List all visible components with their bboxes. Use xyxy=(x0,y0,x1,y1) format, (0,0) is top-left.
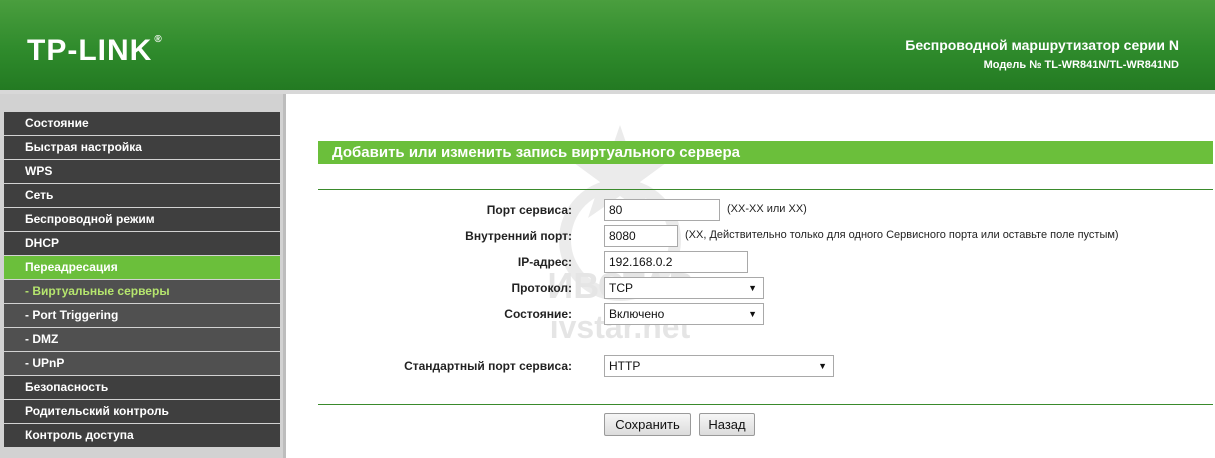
header-banner: TP-LINK ® Беспроводной маршрутизатор сери… xyxy=(0,0,1215,94)
sidebar-item-wps[interactable]: WPS xyxy=(4,160,280,183)
ip-address-input[interactable]: 192.168.0.2 xyxy=(604,251,748,273)
status-select[interactable]: Включено ▼ xyxy=(604,303,764,325)
sidebar-item-dmz[interactable]: - DMZ xyxy=(4,328,280,351)
back-button[interactable]: Назад xyxy=(699,413,755,436)
standard-port-selected-value: HTTP xyxy=(609,359,641,373)
sidebar-item-wireless[interactable]: Беспроводной режим xyxy=(4,208,280,231)
chevron-down-icon: ▼ xyxy=(818,361,827,371)
product-title: Беспроводной маршрутизатор серии N xyxy=(905,37,1179,53)
status-selected-value: Включено xyxy=(609,307,665,321)
protocol-selected-value: TCP xyxy=(609,281,633,295)
service-port-hint: (XX-XX или XX) xyxy=(727,203,807,215)
standard-port-label: Стандартный порт сервиса: xyxy=(404,359,572,373)
registered-mark: ® xyxy=(154,34,163,45)
model-number: Модель № TL-WR841N/TL-WR841ND xyxy=(983,59,1179,71)
internal-port-input[interactable]: 8080 xyxy=(604,225,678,247)
chevron-down-icon: ▼ xyxy=(748,309,757,319)
sidebar-item-virtual-servers[interactable]: - Виртуальные серверы xyxy=(4,280,280,303)
sidebar-item-port-triggering[interactable]: - Port Triggering xyxy=(4,304,280,327)
logo-text: TP-LINK xyxy=(27,34,153,67)
sidebar-menu: Состояние Быстрая настройка WPS Сеть Бес… xyxy=(0,94,283,458)
sidebar-item-access-control[interactable]: Контроль доступа xyxy=(4,424,280,447)
save-button[interactable]: Сохранить xyxy=(604,413,691,436)
protocol-label: Протокол: xyxy=(511,281,572,295)
internal-port-label: Внутренний порт: xyxy=(465,229,572,243)
sidebar-item-quick-setup[interactable]: Быстрая настройка xyxy=(4,136,280,159)
sidebar-item-status[interactable]: Состояние xyxy=(4,112,280,135)
service-port-input[interactable]: 80 xyxy=(604,199,720,221)
top-divider xyxy=(318,189,1213,190)
sidebar-item-parental-control[interactable]: Родительский контроль xyxy=(4,400,280,423)
internal-port-hint: (XX, Действительно только для одного Сер… xyxy=(685,229,1119,241)
status-label: Состояние: xyxy=(504,307,572,321)
sidebar-divider xyxy=(283,94,286,458)
sidebar-item-forwarding[interactable]: Переадресация xyxy=(4,256,280,279)
standard-port-select[interactable]: HTTP ▼ xyxy=(604,355,834,377)
chevron-down-icon: ▼ xyxy=(748,283,757,293)
sidebar-item-upnp[interactable]: - UPnP xyxy=(4,352,280,375)
sidebar-item-security[interactable]: Безопасность xyxy=(4,376,280,399)
ip-address-label: IP-адрес: xyxy=(517,255,572,269)
bottom-divider xyxy=(318,404,1213,405)
service-port-label: Порт сервиса: xyxy=(486,203,572,217)
sidebar-item-dhcp[interactable]: DHCP xyxy=(4,232,280,255)
tp-link-logo: TP-LINK ® xyxy=(27,34,163,68)
section-title: Добавить или изменить запись виртуальног… xyxy=(318,141,1213,164)
sidebar-item-network[interactable]: Сеть xyxy=(4,184,280,207)
protocol-select[interactable]: TCP ▼ xyxy=(604,277,764,299)
